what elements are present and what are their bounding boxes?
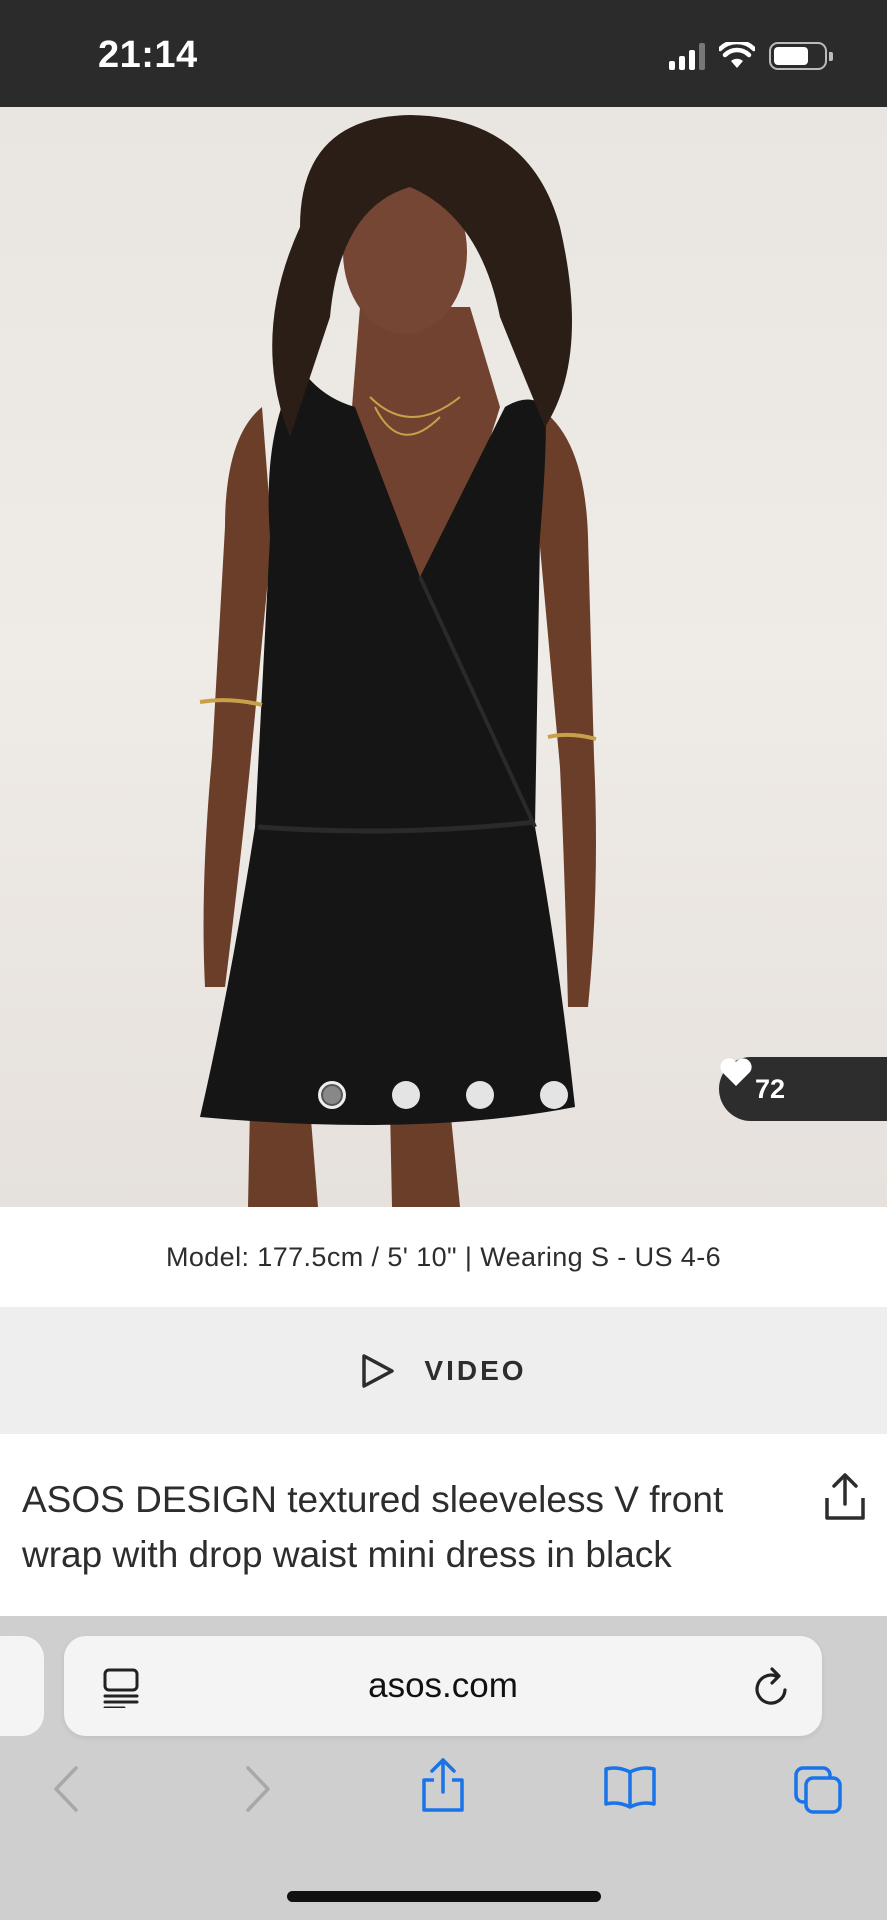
- saves-count: 72: [755, 1073, 786, 1104]
- share-icon[interactable]: [420, 1756, 466, 1814]
- product-image[interactable]: 72: [0, 107, 887, 1207]
- tabs-icon[interactable]: [792, 1764, 844, 1816]
- status-time: 21:14: [98, 34, 198, 76]
- save-for-later-button[interactable]: 72: [719, 1057, 887, 1121]
- share-icon[interactable]: [823, 1472, 867, 1522]
- address-bar[interactable]: asos.com: [64, 1636, 822, 1736]
- reload-icon[interactable]: [752, 1666, 792, 1708]
- status-bar: 21:14: [0, 0, 887, 107]
- bookmarks-icon[interactable]: [602, 1764, 658, 1810]
- model-photo: [199, 115, 597, 1207]
- carousel-dot[interactable]: [392, 1081, 420, 1109]
- video-label: VIDEO: [424, 1354, 527, 1386]
- video-button[interactable]: VIDEO: [0, 1307, 887, 1434]
- browser-toolbar: [0, 1758, 887, 1854]
- carousel-dot[interactable]: [466, 1081, 494, 1109]
- browser-chrome: asos.com: [0, 1616, 887, 1920]
- wifi-icon: [719, 42, 755, 68]
- model-size-info: Model: 177.5cm / 5' 10" | Wearing S - US…: [0, 1207, 887, 1307]
- carousel-dot-active[interactable]: [318, 1081, 346, 1109]
- play-icon: [362, 1353, 395, 1388]
- forward-icon[interactable]: [240, 1764, 274, 1814]
- cellular-signal-icon: [669, 42, 705, 70]
- battery-icon: [769, 42, 833, 70]
- back-icon[interactable]: [50, 1764, 84, 1814]
- url-text: asos.com: [368, 1666, 518, 1705]
- status-icons: [669, 42, 833, 70]
- previous-tab-preview[interactable]: [0, 1636, 44, 1736]
- carousel-dot[interactable]: [540, 1081, 568, 1109]
- product-title-row: ASOS DESIGN textured sleeveless V front …: [0, 1434, 887, 1616]
- heart-icon: [720, 1058, 752, 1086]
- carousel-dots[interactable]: [318, 1081, 568, 1109]
- product-title: ASOS DESIGN textured sleeveless V front …: [22, 1479, 724, 1575]
- home-indicator: [287, 1891, 601, 1902]
